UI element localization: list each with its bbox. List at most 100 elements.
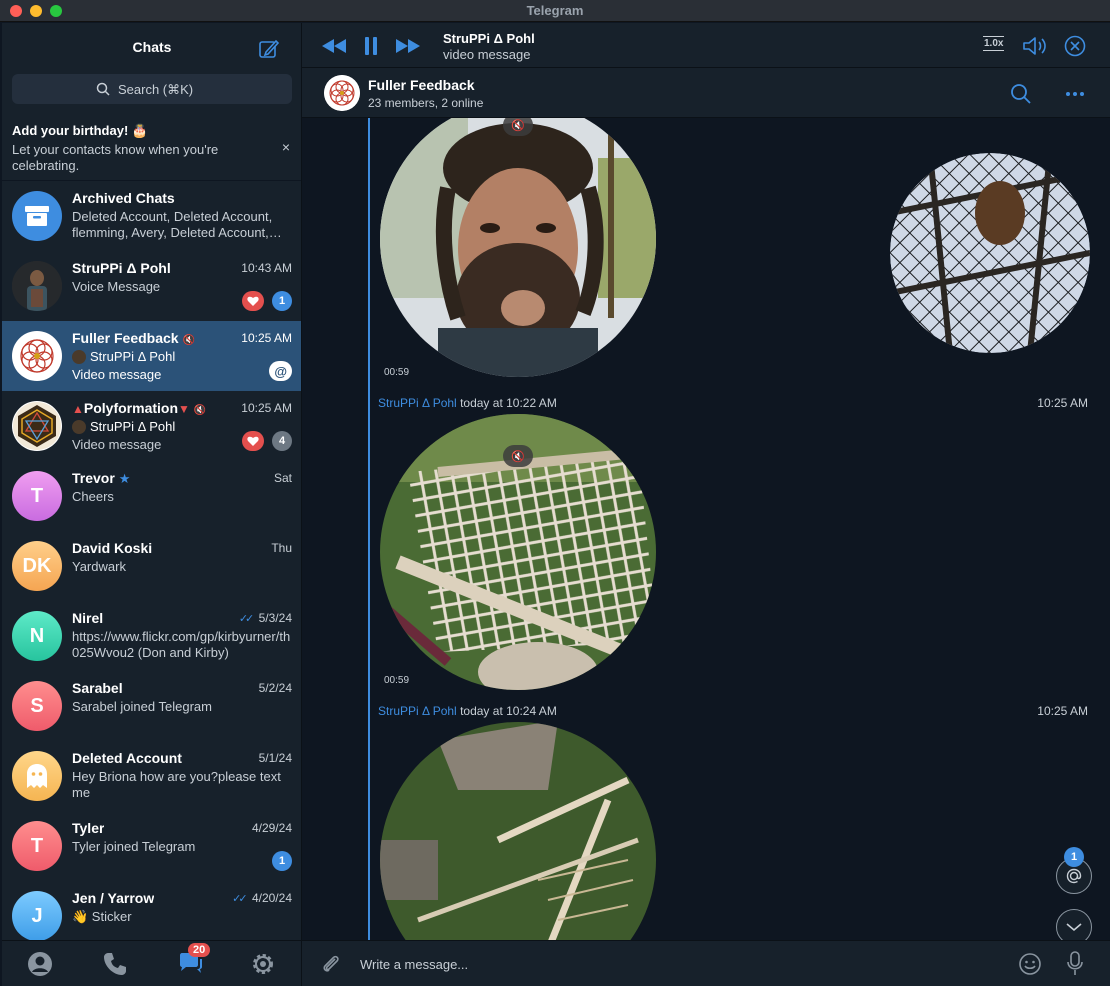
sidebar-title: Chats bbox=[132, 39, 172, 55]
search-icon bbox=[96, 82, 110, 96]
mention-count-badge: 1 bbox=[1064, 847, 1084, 867]
heart-reaction-icon bbox=[242, 291, 264, 311]
chat-time: 10:25 AM bbox=[241, 401, 292, 415]
video-message-face[interactable] bbox=[378, 118, 658, 380]
chat-item-struppi[interactable]: StruPPi Δ Pohl 10:43 AM Voice Message 1 bbox=[2, 251, 301, 321]
chat-sender: StruPPi Δ Pohl bbox=[72, 349, 175, 364]
muted-audio-icon[interactable]: 🔇 bbox=[503, 118, 533, 136]
video-message-grass[interactable] bbox=[378, 720, 658, 940]
unread-badge: 1 bbox=[272, 291, 292, 311]
chats-unread-badge: 20 bbox=[188, 943, 211, 957]
chat-item-polyformation[interactable]: ▲Polyformation▼ 🔇 10:25 AM StruPPi Δ Pohl… bbox=[2, 391, 301, 461]
chat-header[interactable]: Fuller Feedback 23 members, 2 online bbox=[302, 68, 1110, 118]
chat-item-david-koski[interactable]: DK David Koski Thu Yardwark bbox=[2, 531, 301, 601]
chat-name: David Koski bbox=[72, 540, 153, 556]
ghost-icon bbox=[12, 751, 62, 801]
playback-speed-button[interactable]: 1.0x bbox=[983, 36, 1005, 51]
chat-preview: Tyler joined Telegram bbox=[72, 839, 196, 854]
pause-icon[interactable] bbox=[364, 37, 378, 55]
chat-name: Fuller Feedback 🔇 bbox=[72, 330, 196, 346]
chat-time: ✓✓ 4/20/24 bbox=[232, 891, 292, 905]
chat-name: ▲Polyformation▼ 🔇 bbox=[72, 400, 207, 416]
read-checks-icon: ✓✓ bbox=[238, 613, 255, 625]
calls-icon[interactable] bbox=[102, 951, 128, 977]
chat-time: 10:25 AM bbox=[241, 331, 292, 345]
chat-item-sarabel[interactable]: S Sarabel 5/2/24 Sarabel joined Telegram bbox=[2, 671, 301, 741]
unread-badge: 4 bbox=[272, 431, 292, 451]
message-time: 10:25 AM bbox=[1037, 396, 1088, 410]
chat-name: Deleted Account bbox=[72, 750, 182, 766]
search-bar[interactable] bbox=[12, 74, 292, 104]
avatar: J bbox=[12, 891, 62, 941]
chat-preview: Deleted Account, Deleted Account, flemmi… bbox=[72, 209, 282, 240]
chat-item-archived[interactable]: Archived Chats Deleted Account, Deleted … bbox=[2, 181, 301, 251]
close-player-icon[interactable] bbox=[1064, 35, 1086, 57]
avatar: N bbox=[12, 611, 62, 661]
search-input[interactable] bbox=[118, 81, 208, 97]
rewind-icon[interactable] bbox=[322, 39, 346, 53]
birthday-banner[interactable]: Add your birthday! 🎂 Let your contacts k… bbox=[2, 113, 301, 181]
forward-icon[interactable] bbox=[396, 39, 420, 53]
read-checks-icon: ✓✓ bbox=[232, 893, 248, 905]
avatar bbox=[12, 261, 62, 311]
compose-icon[interactable] bbox=[258, 38, 280, 60]
sidebar-header: Chats bbox=[2, 23, 301, 73]
telegram-window: Telegram Chats Add your birthday! 🎂 Let … bbox=[0, 0, 1110, 986]
muted-icon: 🔇 bbox=[193, 405, 207, 416]
chat-item-nirel[interactable]: N Nirel ✓✓ 5/3/24 https://www.flickr.com… bbox=[2, 601, 301, 671]
avatar: DK bbox=[12, 541, 62, 591]
scroll-down-button[interactable] bbox=[1056, 909, 1092, 940]
message-sender[interactable]: StruPPi Δ Pohl bbox=[378, 396, 457, 410]
message-input[interactable] bbox=[360, 954, 960, 974]
chat-name: Tyler bbox=[72, 820, 105, 836]
chat-item-tyler[interactable]: T Tyler 4/29/24 Tyler joined Telegram 1 bbox=[2, 811, 301, 881]
chat-time: 10:43 AM bbox=[241, 261, 292, 275]
settings-icon[interactable] bbox=[250, 951, 276, 977]
search-icon[interactable] bbox=[1010, 83, 1032, 105]
volume-icon[interactable] bbox=[1022, 35, 1048, 57]
main-panel: StruPPi Δ Pohl video message 1.0x Fuller… bbox=[302, 23, 1110, 986]
triangle-down-icon: ▼ bbox=[178, 402, 190, 416]
chat-name: Sarabel bbox=[72, 680, 123, 696]
chat-preview: Video message bbox=[72, 367, 162, 382]
unread-badge: 1 bbox=[272, 851, 292, 871]
heart-reaction-icon bbox=[242, 431, 264, 451]
chat-time: 4/29/24 bbox=[251, 821, 292, 835]
mention-badge: @ bbox=[269, 361, 292, 381]
at-icon bbox=[1066, 868, 1082, 884]
avatar: S bbox=[12, 681, 62, 731]
chat-time: 5/1/24 bbox=[258, 751, 292, 765]
chat-preview: Yardwark bbox=[72, 559, 126, 574]
muted-icon: 🔇 bbox=[182, 335, 196, 346]
birthday-title: Add your birthday! 🎂 bbox=[12, 123, 149, 138]
contacts-icon[interactable] bbox=[27, 951, 53, 977]
window-title: Telegram bbox=[526, 3, 584, 18]
chat-time: Thu bbox=[271, 541, 292, 555]
attach-icon[interactable] bbox=[320, 953, 342, 975]
microphone-icon[interactable] bbox=[1066, 951, 1084, 977]
more-icon[interactable] bbox=[1065, 91, 1085, 97]
chat-item-deleted-account[interactable]: Deleted Account 5/1/24 Hey Briona how ar… bbox=[2, 741, 301, 811]
chat-name: StruPPi Δ Pohl bbox=[72, 260, 171, 276]
muted-audio-icon[interactable]: 🔇 bbox=[503, 445, 533, 467]
sender-avatar bbox=[72, 349, 86, 364]
chat-preview: Cheers bbox=[72, 489, 114, 504]
chat-item-trevor[interactable]: T Trevor ★ Sat Cheers bbox=[2, 461, 301, 531]
media-player-bar: StruPPi Δ Pohl video message 1.0x bbox=[302, 23, 1110, 68]
group-avatar[interactable] bbox=[324, 75, 360, 111]
message-header: StruPPi Δ Pohl today at 10:24 AM bbox=[378, 704, 557, 718]
sidebar-nav: 20 bbox=[2, 940, 301, 986]
chat-preview: Hey Briona how are you?please text me bbox=[72, 769, 281, 800]
video-duration: 00:59 bbox=[384, 367, 410, 378]
close-icon[interactable]: × bbox=[282, 139, 290, 155]
message-sender[interactable]: StruPPi Δ Pohl bbox=[378, 704, 457, 718]
chat-item-fuller-feedback[interactable]: Fuller Feedback 🔇 10:25 AM StruPPi Δ Pohl… bbox=[2, 321, 301, 391]
chat-sender: StruPPi Δ Pohl bbox=[72, 419, 175, 434]
archive-icon bbox=[12, 191, 62, 241]
emoji-icon[interactable] bbox=[1018, 952, 1042, 976]
sender-avatar bbox=[72, 419, 86, 434]
thread-indicator bbox=[368, 118, 370, 940]
message-header: StruPPi Δ Pohl today at 10:22 AM bbox=[378, 396, 557, 410]
video-message-net[interactable] bbox=[890, 153, 1090, 353]
chat-preview: 👋 Sticker bbox=[72, 909, 132, 924]
